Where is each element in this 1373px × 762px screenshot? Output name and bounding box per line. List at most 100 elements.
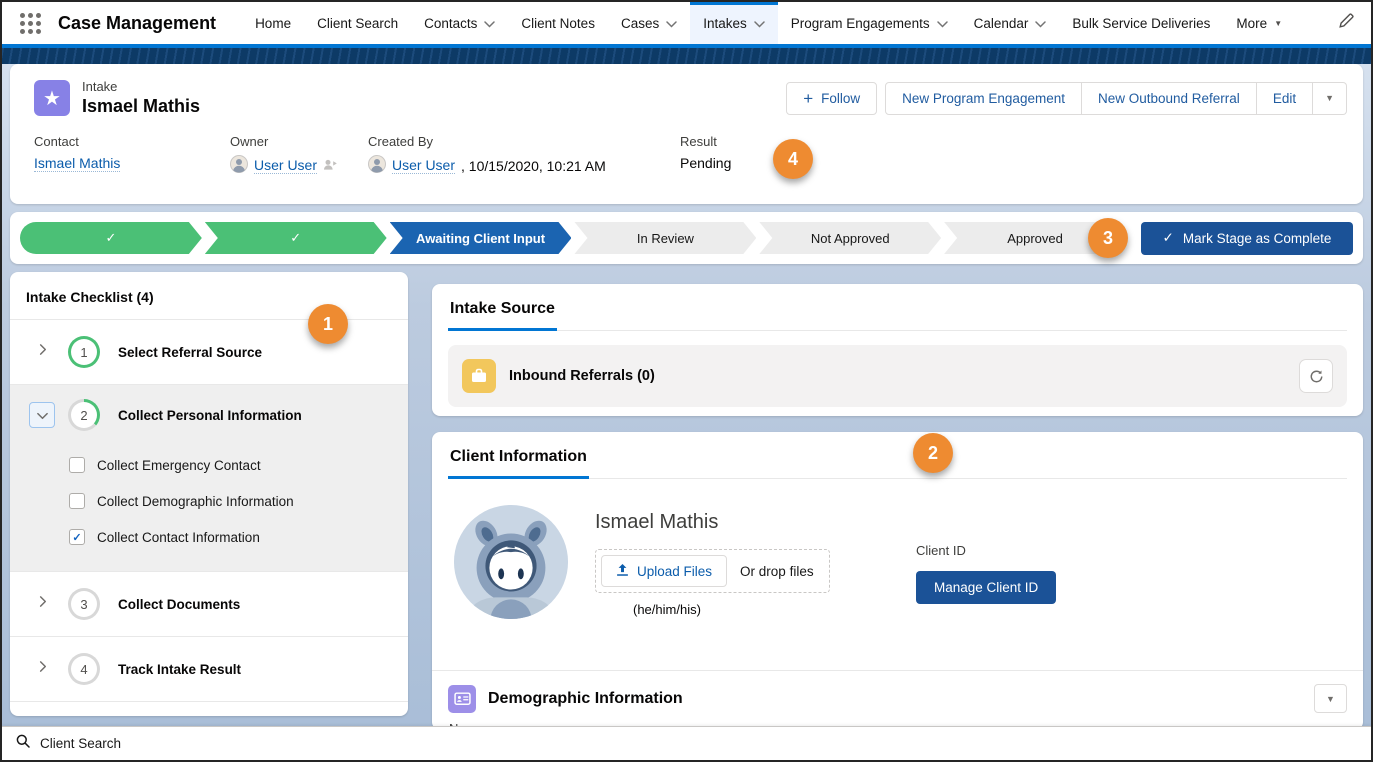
demographic-section-header: Demographic Information ▼ <box>448 684 1347 713</box>
tab-intake-source[interactable]: Intake Source <box>448 298 557 331</box>
path-stage-awaiting-client-input[interactable]: Awaiting Client Input <box>390 222 572 254</box>
client-name-block: Ismael Mathis Upload Files Or drop files… <box>595 503 830 621</box>
inbound-referral-icon <box>462 359 496 393</box>
nav-tab-client-search[interactable]: Client Search <box>304 2 411 44</box>
upload-files-button[interactable]: Upload Files <box>601 555 727 587</box>
client-profile-row: Ismael Mathis Upload Files Or drop files… <box>448 503 1347 621</box>
checkbox-unchecked[interactable] <box>69 493 85 509</box>
edit-button[interactable]: Edit <box>1257 82 1313 115</box>
edit-pencil-icon[interactable] <box>1338 12 1355 34</box>
checklist-item-header[interactable]: 4Track Intake Result <box>10 637 408 701</box>
field-label: Contact <box>34 134 230 149</box>
field-value-link[interactable]: User User <box>254 157 317 174</box>
field-label: Owner <box>230 134 368 149</box>
checklist-item-header[interactable]: 2Collect Personal Information <box>10 385 408 445</box>
record-header-card: ★ Intake Ismael Mathis + Follow New Prog… <box>10 64 1363 204</box>
chevron-down-icon <box>937 16 948 31</box>
nav-tab-calendar[interactable]: Calendar <box>961 2 1060 44</box>
upload-icon <box>616 563 629 580</box>
chevron-down-icon: ▼ <box>1274 19 1282 28</box>
checklist-item-label: Select Referral Source <box>118 345 262 360</box>
file-dropzone[interactable]: Upload Files Or drop files <box>595 549 830 593</box>
path-stage-complete-1[interactable]: ✓ <box>20 222 202 254</box>
checklist-item-collect-personal-information: 2Collect Personal InformationCollect Eme… <box>10 385 408 572</box>
checklist-item-track-intake-result: 4Track Intake Result <box>10 637 408 702</box>
field-created-by: Created By User User , 10/15/2020, 10:21 A… <box>368 134 680 176</box>
intake-checklist-card: Intake Checklist (4) 1 Select Referral So… <box>10 272 408 716</box>
nav-tab-home[interactable]: Home <box>242 2 304 44</box>
more-record-actions-button[interactable]: ▼ <box>1313 82 1347 115</box>
client-id-label: Client ID <box>916 543 1056 558</box>
checklist-item-select-referral-source: 1 Select Referral Source <box>10 320 408 385</box>
client-name: Ismael Mathis <box>595 511 830 534</box>
nav-tab-program-engagements[interactable]: Program Engagements <box>778 2 961 44</box>
checklist-item-label: Track Intake Result <box>118 662 241 677</box>
follow-button[interactable]: + Follow <box>786 82 877 115</box>
demographic-section-menu-button[interactable]: ▼ <box>1314 684 1347 713</box>
client-information-tab-row: Client Information <box>448 446 1347 479</box>
checklist-item-label: Collect Personal Information <box>118 408 302 423</box>
client-avatar <box>452 503 570 621</box>
nav-tabs: HomeClient SearchContactsClient NotesCas… <box>242 2 1295 44</box>
app-launcher-icon[interactable] <box>20 13 41 34</box>
intake-source-tab-row: Intake Source <box>448 298 1347 331</box>
chevron-down-icon <box>484 16 495 31</box>
record-title: Ismael Mathis <box>82 96 200 117</box>
intake-record-icon: ★ <box>34 80 70 116</box>
app-name: Case Management <box>58 13 216 34</box>
chevron-down-icon <box>754 16 765 31</box>
chevron-down-icon <box>1035 16 1046 31</box>
change-owner-icon[interactable] <box>323 158 338 174</box>
client-search-utility[interactable]: Client Search <box>16 734 121 753</box>
nav-tab-contacts[interactable]: Contacts <box>411 2 508 44</box>
checkbox-checked[interactable]: ✓ <box>69 529 85 545</box>
chevron-right-icon[interactable] <box>36 660 49 678</box>
step-progress-ring: 1 <box>68 336 100 368</box>
new-outbound-referral-button[interactable]: New Outbound Referral <box>1082 82 1257 115</box>
checklist-subitem-collect-emergency-contact[interactable]: Collect Emergency Contact <box>69 447 408 483</box>
new-program-engagement-button[interactable]: New Program Engagement <box>885 82 1082 115</box>
mark-stage-complete-button[interactable]: ✓ Mark Stage as Complete <box>1141 222 1353 255</box>
checklist-item-header[interactable]: 1 Select Referral Source <box>10 320 408 384</box>
field-value-link[interactable]: User User <box>392 157 455 174</box>
client-pronouns: (he/him/his) <box>633 602 830 617</box>
field-value-link[interactable]: Ismael Mathis <box>34 155 120 172</box>
path-stage-not-approved[interactable]: Not Approved <box>759 222 941 254</box>
checklist-subitem-collect-contact-information[interactable]: ✓ Collect Contact Information <box>69 519 408 555</box>
checkbox-label: Collect Demographic Information <box>97 494 294 509</box>
annotation-badge-1: 1 <box>308 304 348 344</box>
tab-client-information[interactable]: Client Information <box>448 446 589 479</box>
demographic-info-icon <box>448 685 476 713</box>
client-information-card: Client Information <box>432 432 1363 730</box>
checklist-subitem-collect-demographic-information[interactable]: Collect Demographic Information <box>69 483 408 519</box>
chevron-down-icon[interactable] <box>29 402 55 428</box>
nav-tab-more[interactable]: More▼ <box>1223 2 1295 44</box>
screen: Case Management HomeClient SearchContact… <box>0 0 1373 762</box>
checkbox-label: Collect Emergency Contact <box>97 458 261 473</box>
checkbox-unchecked[interactable] <box>69 457 85 473</box>
inbound-referrals-related-list[interactable]: Inbound Referrals (0) <box>448 345 1347 407</box>
avatar <box>368 155 386 176</box>
nav-tab-client-notes[interactable]: Client Notes <box>508 2 608 44</box>
nav-tab-bulk-service-deliveries[interactable]: Bulk Service Deliveries <box>1059 2 1223 44</box>
refresh-button[interactable] <box>1299 359 1333 393</box>
field-value: Pending <box>680 155 731 171</box>
chevron-right-icon[interactable] <box>36 595 49 613</box>
checklist-subitems: Collect Emergency Contact Collect Demogra… <box>10 445 408 571</box>
inbound-referrals-label: Inbound Referrals (0) <box>509 368 655 384</box>
field-owner: Owner User User <box>230 134 368 176</box>
section-divider <box>432 670 1363 671</box>
field-contact: Contact Ismael Mathis <box>34 134 230 176</box>
path-stage-in-review[interactable]: In Review <box>574 222 756 254</box>
checklist-title: Intake Checklist (4) <box>10 272 408 320</box>
manage-client-id-button[interactable]: Manage Client ID <box>916 571 1056 604</box>
checklist-item-collect-documents: 3Collect Documents <box>10 572 408 637</box>
path-stage-complete-2[interactable]: ✓ <box>205 222 387 254</box>
nav-tab-cases[interactable]: Cases <box>608 2 690 44</box>
field-label: Created By <box>368 134 680 149</box>
checkbox-label: Collect Contact Information <box>97 530 260 545</box>
field-value-suffix: , 10/15/2020, 10:21 AM <box>461 158 606 174</box>
nav-tab-intakes[interactable]: Intakes <box>690 2 778 44</box>
chevron-right-icon[interactable] <box>36 343 49 361</box>
checklist-item-header[interactable]: 3Collect Documents <box>10 572 408 636</box>
